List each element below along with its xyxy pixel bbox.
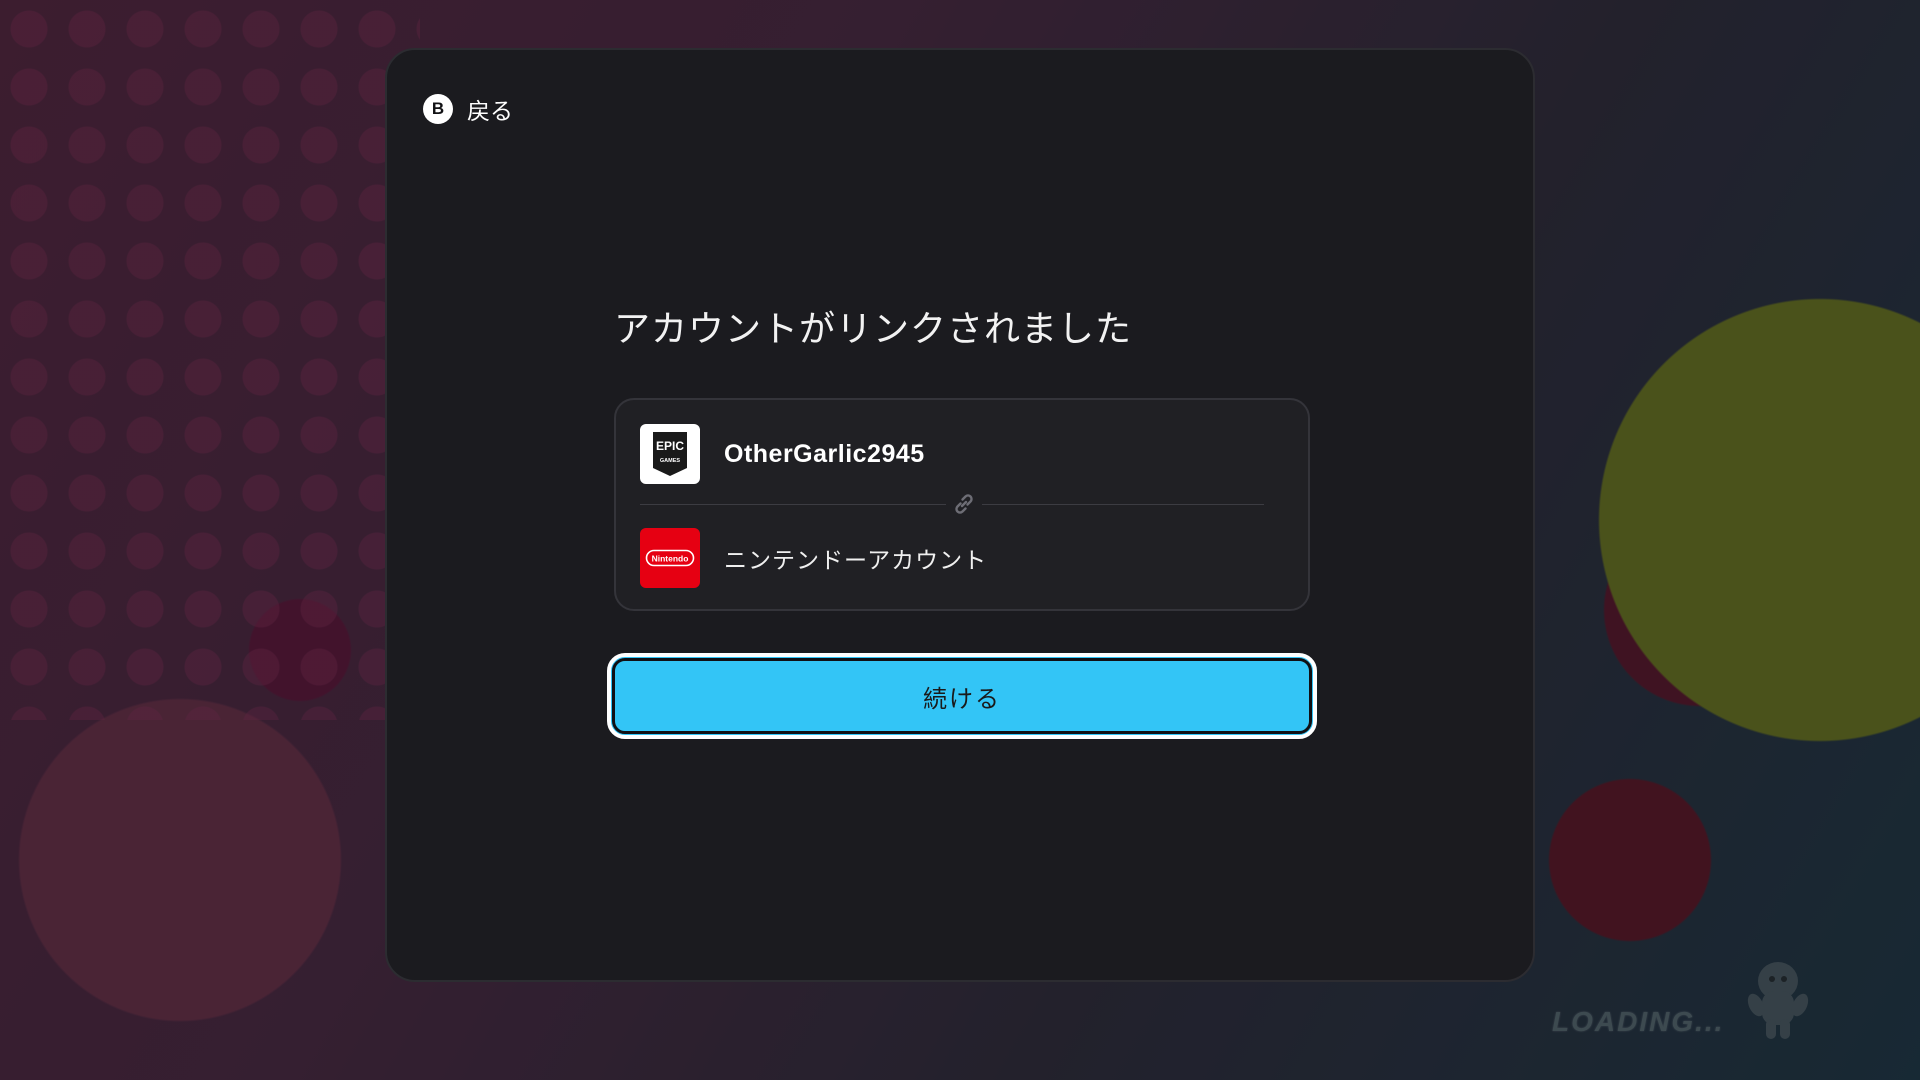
epic-games-logo-icon: EPIC GAMES <box>640 424 700 484</box>
b-button-icon: B <box>423 94 453 124</box>
back-label: 戻る <box>467 99 513 125</box>
epic-account-name: OtherGarlic2945 <box>724 439 925 468</box>
link-icon <box>955 494 973 514</box>
nintendo-account-name: ニンテンドーアカウント <box>724 548 988 574</box>
loading-mascot-icon <box>1747 962 1809 1039</box>
epic-account-row: EPIC GAMES OtherGarlic2945 <box>640 424 925 484</box>
divider-right <box>982 504 1264 505</box>
loading-label: LOADING... <box>1552 1006 1725 1037</box>
continue-button[interactable]: 続ける <box>607 653 1317 739</box>
nintendo-logo-text: Nintendo <box>652 553 689 563</box>
dialog-title: アカウントがリンクされました <box>614 309 1133 350</box>
nintendo-account-row: Nintendo ニンテンドーアカウント <box>640 528 987 588</box>
back-button[interactable]: B 戻る <box>423 92 513 126</box>
epic-logo-text-bottom: GAMES <box>660 458 681 464</box>
epic-games-shield-icon: EPIC GAMES <box>653 432 687 476</box>
epic-logo-text-top: EPIC <box>656 439 684 453</box>
divider-left <box>640 504 946 505</box>
nintendo-wordmark-icon: Nintendo <box>645 549 695 567</box>
linked-accounts-card: EPIC GAMES OtherGarlic2945 Nintendo ニンテン… <box>614 398 1310 611</box>
account-linked-dialog: B 戻る アカウントがリンクされました EPIC GAMES OtherGarl… <box>385 48 1535 982</box>
nintendo-logo-icon: Nintendo <box>640 528 700 588</box>
screen: B 戻る アカウントがリンクされました EPIC GAMES OtherGarl… <box>0 0 1920 1080</box>
